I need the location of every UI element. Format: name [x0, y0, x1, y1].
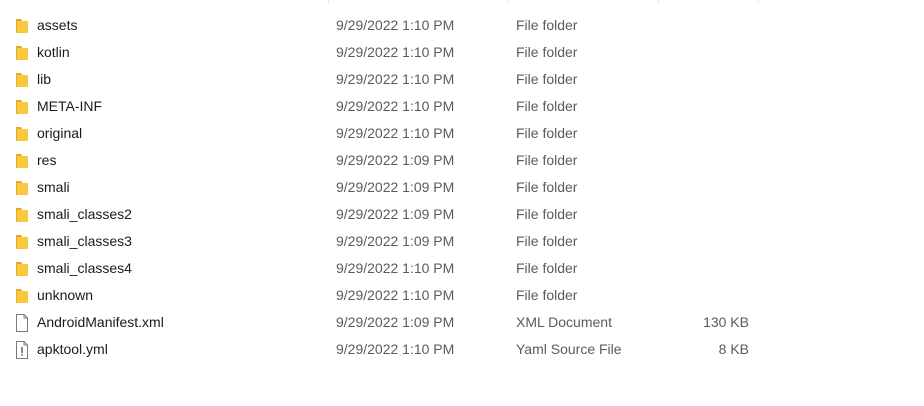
column-divider[interactable]: [758, 0, 759, 3]
date-modified: 9/29/2022 1:10 PM: [336, 71, 455, 87]
file-size: 130 KB: [703, 314, 749, 330]
column-divider[interactable]: [328, 0, 329, 3]
file-name: unknown: [37, 287, 94, 303]
file-row[interactable]: res 9/29/2022 1:09 PM File folder: [0, 147, 924, 174]
date-modified: 9/29/2022 1:09 PM: [336, 233, 455, 249]
file-name: apktool.yml: [37, 341, 108, 357]
file-size: [650, 120, 749, 147]
date-modified: 9/29/2022 1:10 PM: [336, 287, 455, 303]
file-row[interactable]: META-INF 9/29/2022 1:10 PM File folder: [0, 93, 924, 120]
file-name: original: [37, 125, 83, 141]
file-row[interactable]: assets 9/29/2022 1:10 PM File folder: [0, 12, 924, 39]
file-row[interactable]: kotlin 9/29/2022 1:10 PM File folder: [0, 39, 924, 66]
file-row[interactable]: unknown 9/29/2022 1:10 PM File folder: [0, 282, 924, 309]
file-row[interactable]: AndroidManifest.xml 9/29/2022 1:09 PM XM…: [0, 309, 924, 336]
file-row[interactable]: smali_classes4 9/29/2022 1:10 PM File fo…: [0, 255, 924, 282]
column-divider[interactable]: [658, 0, 659, 3]
file-row[interactable]: lib 9/29/2022 1:10 PM File folder: [0, 66, 924, 93]
file-name: assets: [37, 17, 78, 33]
file-type: File folder: [516, 206, 578, 222]
date-modified: 9/29/2022 1:10 PM: [336, 17, 455, 33]
date-modified: 9/29/2022 1:09 PM: [336, 314, 455, 330]
file-size: 8 KB: [718, 341, 749, 357]
file-size: [650, 39, 749, 66]
file-size: [650, 174, 749, 201]
folder-icon: [14, 201, 30, 228]
file-type: File folder: [516, 17, 578, 33]
folder-icon: [14, 228, 30, 255]
folder-icon: [14, 66, 30, 93]
file-name: smali_classes3: [37, 233, 132, 249]
file-name: META-INF: [37, 98, 103, 114]
file-list: assets 9/29/2022 1:10 PM File folder kot…: [0, 12, 924, 363]
folder-icon: [14, 93, 30, 120]
file-type: File folder: [516, 125, 578, 141]
folder-icon: [14, 255, 30, 282]
file-size: [650, 12, 749, 39]
folder-icon: [14, 120, 30, 147]
file-size: [650, 147, 749, 174]
file-row[interactable]: smali_classes2 9/29/2022 1:09 PM File fo…: [0, 201, 924, 228]
folder-icon: [14, 147, 30, 174]
file-size: [650, 282, 749, 309]
file-size: [650, 228, 749, 255]
date-modified: 9/29/2022 1:10 PM: [336, 98, 455, 114]
yaml-file-icon: [14, 336, 30, 363]
date-modified: 9/29/2022 1:09 PM: [336, 152, 455, 168]
column-divider[interactable]: [508, 0, 509, 3]
folder-icon: [14, 174, 30, 201]
file-size: [650, 66, 749, 93]
file-type: File folder: [516, 44, 578, 60]
date-modified: 9/29/2022 1:09 PM: [336, 179, 455, 195]
file-size: [650, 93, 749, 120]
date-modified: 9/29/2022 1:09 PM: [336, 206, 455, 222]
file-type: File folder: [516, 98, 578, 114]
file-name: smali_classes2: [37, 206, 132, 222]
file-size: [650, 255, 749, 282]
date-modified: 9/29/2022 1:10 PM: [336, 260, 455, 276]
column-header-dividers: [0, 0, 924, 4]
date-modified: 9/29/2022 1:10 PM: [336, 341, 455, 357]
file-row[interactable]: original 9/29/2022 1:10 PM File folder: [0, 120, 924, 147]
date-modified: 9/29/2022 1:10 PM: [336, 44, 455, 60]
file-name: smali_classes4: [37, 260, 132, 276]
file-type: File folder: [516, 152, 578, 168]
file-type: Yaml Source File: [516, 341, 622, 357]
file-size: [650, 201, 749, 228]
file-name: res: [37, 152, 57, 168]
file-name: kotlin: [37, 44, 70, 60]
file-row[interactable]: smali_classes3 9/29/2022 1:09 PM File fo…: [0, 228, 924, 255]
file-type: File folder: [516, 179, 578, 195]
file-type: File folder: [516, 260, 578, 276]
file-name: lib: [37, 71, 52, 87]
folder-icon: [14, 12, 30, 39]
file-type: File folder: [516, 287, 578, 303]
folder-icon: [14, 282, 30, 309]
file-type: File folder: [516, 71, 578, 87]
file-row[interactable]: apktool.yml 9/29/2022 1:10 PM Yaml Sourc…: [0, 336, 924, 363]
file-row[interactable]: smali 9/29/2022 1:09 PM File folder: [0, 174, 924, 201]
document-icon: [14, 309, 30, 336]
file-name: smali: [37, 179, 70, 195]
file-name: AndroidManifest.xml: [37, 314, 164, 330]
file-type: XML Document: [516, 314, 612, 330]
file-type: File folder: [516, 233, 578, 249]
folder-icon: [14, 39, 30, 66]
date-modified: 9/29/2022 1:10 PM: [336, 125, 455, 141]
